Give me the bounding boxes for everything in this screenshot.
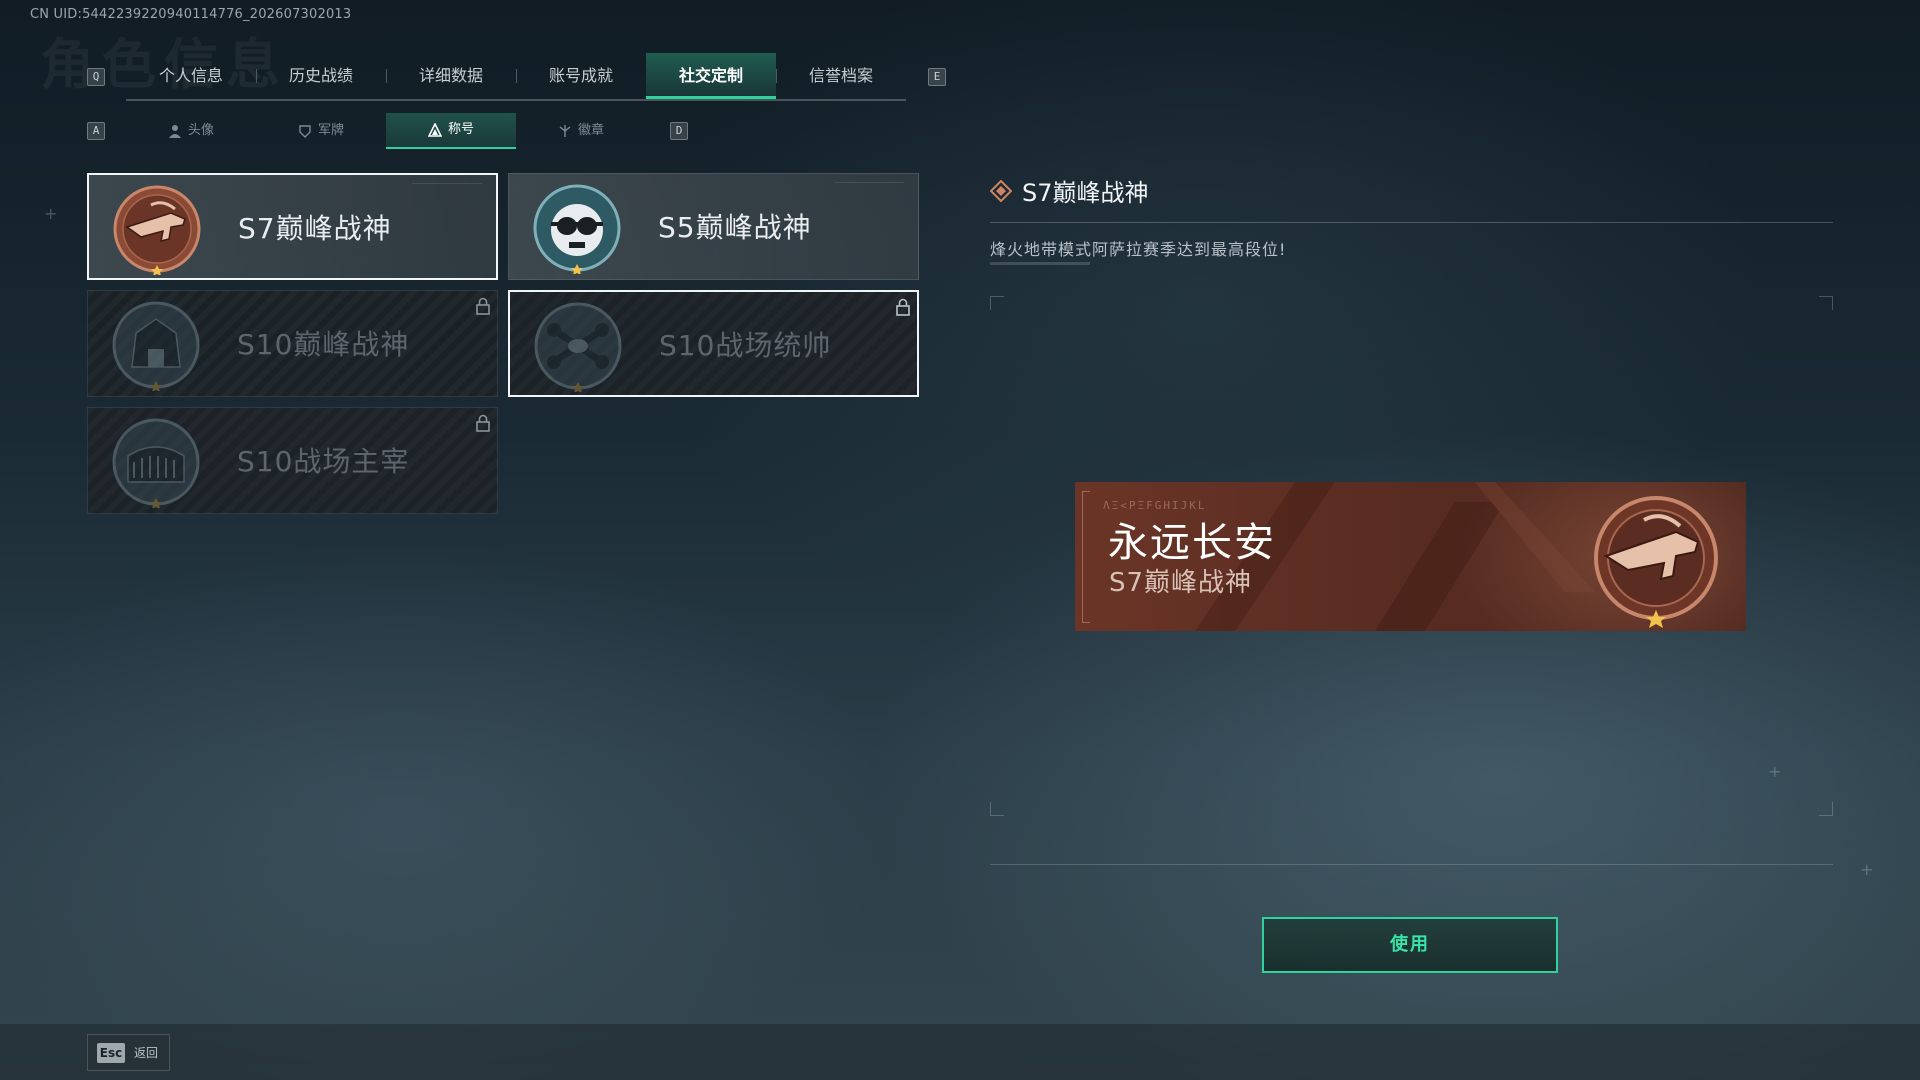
frame-corner [1819, 296, 1833, 310]
title-card-locked[interactable]: S10战场主宰 [87, 407, 498, 514]
esc-key-hint: Esc [97, 1043, 125, 1063]
subtab-avatar[interactable]: 头像 [126, 113, 256, 149]
subtab-medal-label: 徽章 [577, 123, 604, 138]
main-tabs: 个人信息 历史战绩 详细数据 账号成就 社交定制 信誉档案 [126, 53, 906, 101]
frame-corner [990, 296, 1004, 310]
title-card-name: S7巅峰战神 [238, 212, 392, 245]
detail-title: S7巅峰战神 [1022, 179, 1149, 207]
tab-credit-profile[interactable]: 信誉档案 [776, 53, 906, 99]
person-icon [168, 125, 181, 138]
tab-detailed-data[interactable]: 详细数据 [386, 53, 516, 99]
triangle-icon [427, 123, 442, 137]
rank-diamond-icon [990, 179, 1012, 202]
banner-bracket [1082, 491, 1090, 623]
tab-history[interactable]: 历史战绩 [256, 53, 386, 99]
tab-next-key-hint: E [928, 68, 946, 86]
tab-prev-key-hint: Q [87, 68, 105, 86]
skull-goggles-badge-icon [533, 184, 621, 274]
footer-bar [0, 1024, 1920, 1080]
divider [990, 864, 1833, 865]
crosshair-deco-icon: + [44, 204, 58, 223]
title-card-name: S10巅峰战神 [237, 328, 410, 361]
emblem-icon [559, 125, 571, 137]
back-label: 返回 [134, 1046, 159, 1060]
tab-personal-info[interactable]: 个人信息 [126, 53, 256, 99]
title-card-name: S10战场主宰 [237, 445, 410, 478]
banner-title: S7巅峰战神 [1109, 568, 1253, 598]
title-banner-preview: ΛΞ<PΞFGHIJKL 永远长安 S7巅峰战神 [1075, 482, 1746, 631]
title-card-locked[interactable]: S10战场统帅 [508, 290, 919, 397]
banner-player-name: 永远长安 [1108, 520, 1276, 566]
title-card-name: S5巅峰战神 [658, 211, 812, 244]
detail-header: S7巅峰战神 [990, 173, 1149, 208]
tab-social-custom[interactable]: 社交定制 [646, 53, 776, 99]
tab-achievements[interactable]: 账号成就 [516, 53, 646, 99]
rifle-badge-icon [1594, 496, 1718, 628]
lock-icon [476, 414, 490, 432]
lock-icon [476, 297, 490, 315]
back-button[interactable]: Esc 返回 [87, 1034, 170, 1071]
drone-badge-icon [534, 302, 622, 392]
title-card[interactable]: S5巅峰战神 [508, 173, 919, 280]
colosseum-badge-icon [112, 418, 200, 508]
subtab-dogtag[interactable]: 军牌 [256, 113, 386, 149]
title-card-locked[interactable]: S10巅峰战神 [87, 290, 498, 397]
subtab-next-key-hint: D [670, 122, 688, 140]
pagoda-badge-icon [112, 301, 200, 391]
lock-icon [896, 298, 910, 316]
subtab-prev-key-hint: A [87, 122, 105, 140]
subtab-dogtag-label: 军牌 [317, 123, 344, 138]
subtab-title-label: 称号 [447, 122, 474, 137]
card-deco-line [834, 182, 904, 188]
use-button[interactable]: 使用 [1262, 917, 1558, 973]
title-card[interactable]: S7巅峰战神 [87, 173, 498, 280]
crosshair-deco-icon: + [1768, 762, 1782, 781]
frame-corner [990, 802, 1004, 816]
frame-corner [1819, 802, 1833, 816]
title-card-name: S10战场统帅 [659, 329, 832, 362]
subtab-avatar-label: 头像 [187, 123, 214, 138]
crosshair-deco-icon: + [1860, 860, 1874, 879]
card-deco-line [412, 183, 482, 189]
sub-tabs: 头像 军牌 称号 徽章 [126, 113, 646, 149]
subtab-medal[interactable]: 徽章 [516, 113, 646, 149]
detail-description: 烽火地带模式阿萨拉赛季达到最高段位! [990, 240, 1287, 259]
divider [990, 222, 1833, 223]
shield-tag-icon [299, 125, 311, 138]
divider [990, 262, 1090, 265]
subtab-title[interactable]: 称号 [386, 113, 516, 149]
rifle-badge-icon [113, 185, 201, 275]
